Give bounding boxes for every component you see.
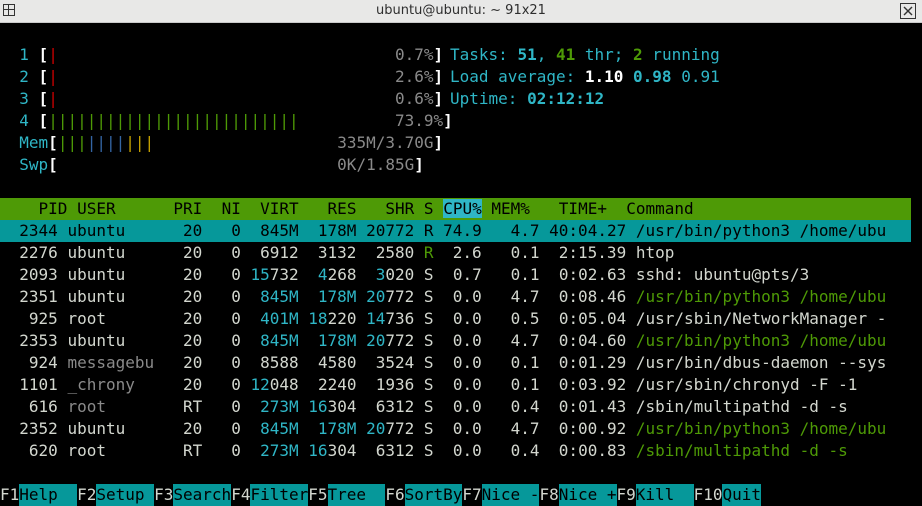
cpu-meter-2: 2 [| 2.6%] <box>19 67 444 86</box>
col-res[interactable]: RES <box>328 199 357 218</box>
table-row[interactable]: 2276 ubuntu 20 0 6912 3132 2580 R 2.6 0.… <box>0 242 674 264</box>
col-pri[interactable]: PRI <box>173 199 202 218</box>
tasks-count: 51 <box>517 45 537 64</box>
col-virt[interactable]: VIRT <box>260 199 299 218</box>
col-pid[interactable]: PID <box>19 199 68 218</box>
swap-value: 0K/1.85G <box>337 155 415 174</box>
fkey-tree[interactable]: F5Tree <box>308 484 386 506</box>
col-state[interactable]: S <box>424 199 434 218</box>
col-command[interactable]: Command <box>626 199 693 218</box>
cpu-id: 3 <box>19 89 29 108</box>
table-row[interactable]: 924 messagebu 20 0 8588 4580 3524 S 0.0 … <box>0 352 886 374</box>
cpu-value: 73.9% <box>394 111 444 130</box>
uptime: Uptime: 02:12:12 <box>450 89 605 108</box>
fkey-filter[interactable]: F4Filter <box>231 484 309 506</box>
table-row[interactable]: 925 root 20 0 401M 18220 14736 S 0.0 0.5… <box>0 308 886 330</box>
table-row[interactable]: 2093 ubuntu 20 0 15732 4268 3020 S 0.7 0… <box>0 264 809 286</box>
mem-label: Mem <box>19 133 49 152</box>
table-row[interactable]: 2352 ubuntu 20 0 845M 178M 20772 S 0.0 4… <box>0 418 886 440</box>
load-1: 1.10 <box>584 67 624 86</box>
terminal-screen[interactable]: 1 [| 0.7%] 2 [| 2.6%] 3 [| 0.6%] 4 [||||… <box>0 23 922 506</box>
fkey-quit[interactable]: F10Quit <box>694 484 761 506</box>
cpu-bar: | <box>48 67 58 86</box>
col-ni[interactable]: NI <box>222 199 241 218</box>
col-user[interactable]: USER <box>77 199 116 218</box>
close-icon[interactable] <box>900 3 916 19</box>
function-key-bar: F1Help F2Setup F3SearchF4FilterF5Tree F6… <box>0 462 922 506</box>
fkey-sortby[interactable]: F6SortBy <box>385 484 463 506</box>
cpu-id: 1 <box>19 45 29 64</box>
cpu-meter-1: 1 [| 0.7%] <box>19 45 444 64</box>
swap-label: Swp <box>19 155 49 174</box>
load-average: Load average: 1.10 0.98 0.91 <box>450 67 720 86</box>
swap-meter: Swp[ 0K/1.85G] <box>19 155 424 174</box>
process-table-header[interactable]: PID USER PRI NI VIRT RES SHR S CPU% MEM%… <box>0 198 911 220</box>
mem-value: 335M/3.70G <box>337 133 434 152</box>
col-cpu[interactable]: CPU% <box>443 199 482 218</box>
threads-count: 41 <box>555 45 576 64</box>
table-row[interactable]: 2353 ubuntu 20 0 845M 178M 20772 S 0.0 4… <box>0 330 886 352</box>
fkey-search[interactable]: F3Search <box>154 484 232 506</box>
table-row[interactable]: 2351 ubuntu 20 0 845M 178M 20772 S 0.0 4… <box>0 286 886 308</box>
window-titlebar[interactable]: ubuntu@ubuntu: ~ 91x21 <box>0 0 922 23</box>
cpu-value: 2.6% <box>394 67 434 86</box>
fkey-nice-plus[interactable]: F8Nice + <box>539 484 617 506</box>
cpu-value: 0.7% <box>394 45 434 64</box>
col-time[interactable]: TIME+ <box>559 199 607 218</box>
window-title: ubuntu@ubuntu: ~ 91x21 <box>376 3 546 18</box>
fkey-setup[interactable]: F2Setup <box>77 484 155 506</box>
table-row[interactable]: 616 root RT 0 273M 16304 6312 S 0.0 0.4 … <box>0 396 848 418</box>
mem-bar: |||||||||| <box>57 133 155 152</box>
uptime-value: 02:12:12 <box>527 89 605 108</box>
tasks-summary: Tasks: 51, 41 thr; 2 running <box>450 45 720 64</box>
running-count: 2 <box>633 45 643 64</box>
cpu-bar: | <box>48 45 58 64</box>
fkey-kill[interactable]: F9Kill <box>617 484 694 506</box>
cpu-value: 0.6% <box>394 89 434 108</box>
mem-meter: Mem[|||||||||| 335M/3.70G] <box>19 133 444 152</box>
fkey-help[interactable]: F1Help <box>0 484 78 506</box>
cpu-id: 4 <box>19 111 29 130</box>
cpu-bar: | <box>48 89 58 108</box>
table-row[interactable]: 1101 _chrony 20 0 12048 2240 1936 S 0.0 … <box>0 374 857 396</box>
col-shr[interactable]: SHR <box>385 199 414 218</box>
cpu-meter-4: 4 [|||||||||||||||||||||||||| 73.9%] <box>19 111 453 130</box>
fkey-nice-minus[interactable]: F7Nice - <box>462 484 540 506</box>
table-row[interactable]: 620 root RT 0 273M 16304 6312 S 0.0 0.4 … <box>0 440 848 462</box>
cpu-meter-3: 3 [| 0.6%] <box>19 89 444 108</box>
load-5: 0.98 <box>633 67 672 86</box>
cpu-id: 2 <box>19 67 29 86</box>
cpu-bar: |||||||||||||||||||||||||| <box>48 111 299 130</box>
table-row[interactable]: 2344 ubuntu 20 0 845M 178M 20772 R 74.9 … <box>0 220 911 242</box>
col-mem[interactable]: MEM% <box>491 199 530 218</box>
load-15: 0.91 <box>681 67 720 86</box>
